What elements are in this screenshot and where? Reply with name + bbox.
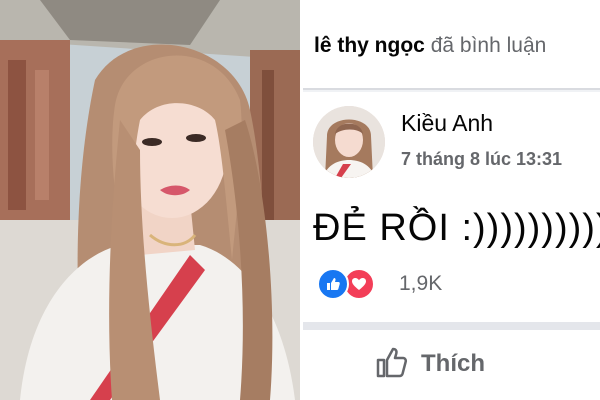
- section-separator: [303, 322, 600, 330]
- avatar[interactable]: [313, 106, 385, 178]
- reaction-summary[interactable]: 1,9K: [317, 268, 517, 302]
- comment-timestamp[interactable]: 7 tháng 8 lúc 13:31: [401, 149, 562, 170]
- activity-header: lê thy ngọc đã bình luận: [303, 0, 600, 90]
- like-button-label: Thích: [421, 350, 485, 377]
- activity-line: lê thy ngọc đã bình luận: [314, 34, 546, 58]
- like-button[interactable]: Thích: [375, 344, 485, 384]
- comment-card: Kiều Anh 7 tháng 8 lúc 13:31 ĐẺ RỒI :)))…: [303, 92, 600, 322]
- reaction-count: 1,9K: [399, 272, 443, 295]
- like-icon: [317, 268, 349, 300]
- commenter-name[interactable]: lê thy ngọc: [314, 34, 425, 57]
- photo-illustration: [0, 0, 300, 400]
- thumbs-up-icon: [375, 345, 409, 384]
- action-bar: Thích: [303, 330, 600, 400]
- profile-photo: [0, 0, 300, 400]
- facebook-comment-panel: lê thy ngọc đã bình luận Kiều Anh 7 thán…: [303, 0, 600, 400]
- comment-text: ĐẺ RỒI :)))))))))): [313, 207, 600, 249]
- avatar-image: [313, 106, 385, 178]
- comment-author[interactable]: Kiều Anh: [401, 110, 493, 137]
- activity-action: đã bình luận: [430, 34, 547, 57]
